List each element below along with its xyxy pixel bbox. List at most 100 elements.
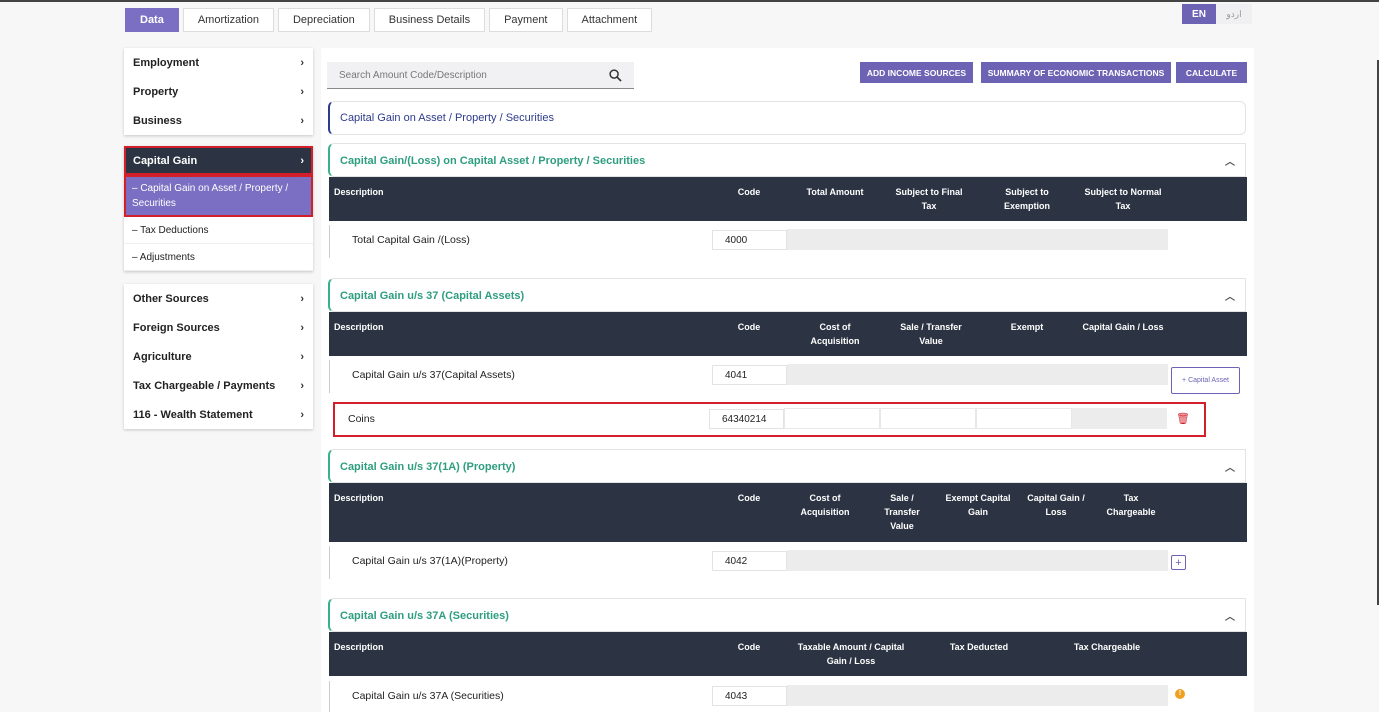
sidebar-item-label: Foreign Sources bbox=[133, 321, 220, 334]
row-code: 4042 bbox=[712, 551, 787, 571]
plus-icon[interactable]: + bbox=[1171, 555, 1186, 570]
section-header-card: Capital Gain on Asset / Property / Secur… bbox=[328, 101, 1246, 135]
row-values-readonly bbox=[787, 229, 1168, 250]
row-code: 4043 bbox=[712, 686, 787, 706]
table-header: Description Code Cost of Acquisition Sal… bbox=[329, 312, 1247, 356]
top-border bbox=[0, 0, 1379, 2]
section-capital-gain-loss[interactable]: Capital Gain/(Loss) on Capital Asset / P… bbox=[328, 143, 1246, 177]
chevron-right-icon: › bbox=[300, 350, 304, 363]
row-values-readonly bbox=[787, 685, 1168, 706]
table-header: Description Code Cost of Acquisition Sal… bbox=[329, 483, 1247, 542]
sidebar-subitem-adjustments[interactable]: – Adjustments bbox=[124, 244, 313, 271]
row-code: 4041 bbox=[712, 365, 787, 385]
main-panel: Search Amount Code/Description ADD INCOM… bbox=[321, 48, 1254, 712]
row-description: Total Capital Gain /(Loss) bbox=[352, 234, 470, 246]
row-description: Capital Gain u/s 37(1A)(Property) bbox=[352, 555, 508, 567]
lang-en-button[interactable]: EN bbox=[1182, 4, 1216, 24]
sidebar-item-employment[interactable]: Employment › bbox=[124, 48, 313, 77]
chevron-right-icon: › bbox=[300, 154, 304, 167]
chevron-up-icon[interactable]: ︿ bbox=[1225, 608, 1235, 623]
sidebar-item-tax-chargeable[interactable]: Tax Chargeable / Payments › bbox=[124, 371, 313, 400]
sidebar-item-business[interactable]: Business › bbox=[124, 106, 313, 135]
search-input[interactable]: Search Amount Code/Description bbox=[327, 62, 634, 89]
col-exempt-capital-gain: Exempt Capital Gain bbox=[945, 493, 1011, 517]
col-cost-acquisition: Cost of Acquisition bbox=[800, 493, 850, 517]
col-description: Description bbox=[334, 642, 384, 652]
chevron-right-icon: › bbox=[300, 56, 304, 69]
table-row: Capital Gain u/s 37(1A)(Property) 4042 bbox=[329, 546, 1247, 579]
add-capital-asset-button[interactable]: + Capital Asset bbox=[1171, 367, 1240, 394]
section-title: Capital Gain on Asset / Property / Secur… bbox=[340, 112, 554, 124]
chevron-up-icon[interactable]: ︿ bbox=[1225, 288, 1235, 303]
sidebar-group-income: Employment › Property › Business › bbox=[124, 48, 313, 135]
sidebar-subitem-tax-deductions[interactable]: – Tax Deductions bbox=[124, 217, 313, 244]
col-taxable-amount: Taxable Amount / Capital Gain / Loss bbox=[797, 642, 905, 666]
sidebar-item-label: Other Sources bbox=[133, 292, 209, 305]
col-description: Description bbox=[334, 493, 384, 503]
chevron-right-icon: › bbox=[300, 114, 304, 127]
col-description: Description bbox=[334, 187, 384, 197]
col-code: Code bbox=[737, 493, 761, 503]
section-securities[interactable]: Capital Gain u/s 37A (Securities) ︿ bbox=[328, 598, 1246, 632]
language-switch: EN اردو bbox=[1182, 4, 1252, 24]
chevron-right-icon: › bbox=[300, 379, 304, 392]
section-title: Capital Gain/(Loss) on Capital Asset / P… bbox=[340, 154, 646, 167]
col-total-amount: Total Amount bbox=[806, 187, 864, 197]
sidebar-item-foreign-sources[interactable]: Foreign Sources › bbox=[124, 313, 313, 342]
sidebar-item-label: Employment bbox=[133, 56, 200, 69]
sidebar-subitem-capital-gain-asset[interactable]: – Capital Gain on Asset / Property / Sec… bbox=[124, 175, 313, 217]
chevron-right-icon: › bbox=[300, 408, 304, 421]
table-row: Total Capital Gain /(Loss) 4000 bbox=[329, 225, 1247, 258]
section-capital-assets[interactable]: Capital Gain u/s 37 (Capital Assets) ︿ bbox=[328, 278, 1246, 312]
col-tax-chargeable: Tax Chargeable bbox=[1106, 493, 1156, 517]
chevron-right-icon: › bbox=[300, 85, 304, 98]
col-subject-exemption: Subject to Exemption bbox=[1003, 187, 1050, 211]
tab-business-details[interactable]: Business Details bbox=[373, 8, 486, 32]
tab-amortization[interactable]: Amortization bbox=[182, 8, 274, 32]
add-income-sources-button[interactable]: ADD INCOME SOURCES bbox=[860, 62, 973, 83]
col-code: Code bbox=[737, 187, 761, 197]
lang-ur-button[interactable]: اردو bbox=[1216, 4, 1252, 24]
sale-transfer-value-input[interactable] bbox=[880, 408, 976, 429]
section-property[interactable]: Capital Gain u/s 37(1A) (Property) ︿ bbox=[328, 449, 1246, 483]
search-icon[interactable] bbox=[609, 68, 622, 82]
sidebar-item-label: Capital Gain bbox=[133, 154, 198, 167]
section-title: Capital Gain u/s 37(1A) (Property) bbox=[340, 460, 516, 473]
sidebar-item-label: Property bbox=[133, 85, 179, 98]
row-code: 64340214 bbox=[709, 409, 784, 429]
sidebar-item-property[interactable]: Property › bbox=[124, 77, 313, 106]
cost-acquisition-input[interactable] bbox=[784, 408, 880, 429]
tab-attachment[interactable]: Attachment bbox=[566, 8, 653, 32]
tab-data[interactable]: Data bbox=[125, 8, 179, 32]
chevron-right-icon: › bbox=[300, 321, 304, 334]
section-title: Capital Gain u/s 37 (Capital Assets) bbox=[340, 289, 525, 302]
sidebar-item-label: Tax Chargeable / Payments bbox=[133, 379, 276, 392]
sidebar-item-wealth-statement[interactable]: 116 - Wealth Statement › bbox=[124, 400, 313, 429]
col-exempt: Exempt bbox=[1010, 322, 1044, 332]
exempt-input[interactable] bbox=[976, 408, 1072, 429]
chevron-up-icon[interactable]: ︿ bbox=[1225, 153, 1235, 168]
sidebar-item-agriculture[interactable]: Agriculture › bbox=[124, 342, 313, 371]
tab-depreciation[interactable]: Depreciation bbox=[277, 8, 370, 32]
row-values-readonly bbox=[787, 550, 1168, 571]
sidebar-item-label: Business bbox=[133, 114, 182, 127]
col-subject-final-tax: Subject to Final Tax bbox=[895, 187, 963, 211]
col-description: Description bbox=[334, 322, 384, 332]
sidebar-item-capital-gain[interactable]: Capital Gain › bbox=[124, 146, 313, 175]
row-description: Capital Gain u/s 37(Capital Assets) bbox=[352, 369, 515, 381]
col-tax-deducted: Tax Deducted bbox=[949, 642, 1009, 652]
col-tax-chargeable: Tax Chargeable bbox=[1073, 642, 1141, 652]
tab-payment[interactable]: Payment bbox=[489, 8, 563, 32]
info-icon[interactable]: ! bbox=[1175, 689, 1185, 699]
calculate-button[interactable]: CALCULATE bbox=[1176, 62, 1247, 83]
chevron-up-icon[interactable]: ︿ bbox=[1225, 459, 1235, 474]
sidebar-item-label: 116 - Wealth Statement bbox=[133, 408, 253, 421]
sidebar-item-other-sources[interactable]: Other Sources › bbox=[124, 284, 313, 313]
col-code: Code bbox=[737, 642, 761, 652]
summary-economic-transactions-button[interactable]: SUMMARY OF ECONOMIC TRANSACTIONS bbox=[981, 62, 1171, 83]
row-code: 4000 bbox=[712, 230, 787, 250]
col-sale-transfer-value: Sale / Transfer Value bbox=[884, 493, 920, 531]
row-values-readonly bbox=[787, 364, 1168, 385]
chevron-right-icon: › bbox=[300, 292, 304, 305]
trash-icon[interactable]: 🗑 bbox=[1176, 412, 1190, 425]
